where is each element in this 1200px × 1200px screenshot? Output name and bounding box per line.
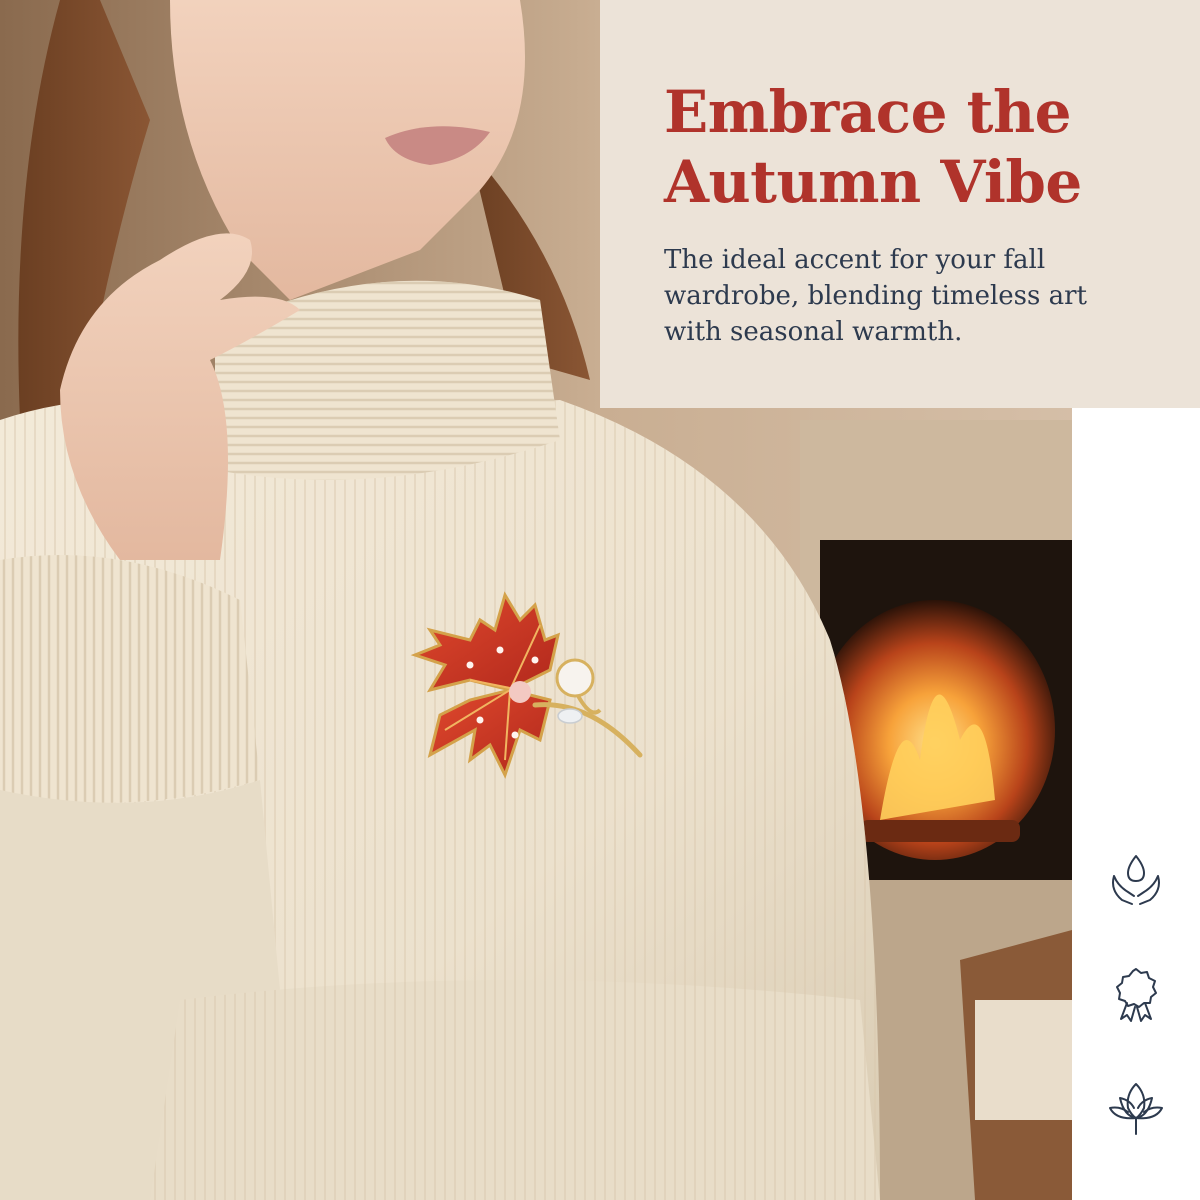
feature-icon-strip: [1072, 408, 1200, 1200]
lotus-icon: [1106, 1078, 1166, 1138]
subheadline: The ideal accent for your fall wardrobe,…: [664, 245, 1088, 347]
headline-line-1: Embrace the: [664, 78, 1072, 146]
hands-drop-icon: [1106, 850, 1166, 910]
headline-card: Embrace the Autumn Vibe The ideal accent…: [600, 0, 1200, 408]
product-banner: Embrace the Autumn Vibe The ideal accent…: [0, 0, 1200, 1200]
headline: Embrace the Autumn Vibe: [664, 78, 1160, 217]
award-ribbon-icon: [1106, 965, 1166, 1025]
headline-line-2: Autumn Vibe: [664, 147, 1082, 216]
